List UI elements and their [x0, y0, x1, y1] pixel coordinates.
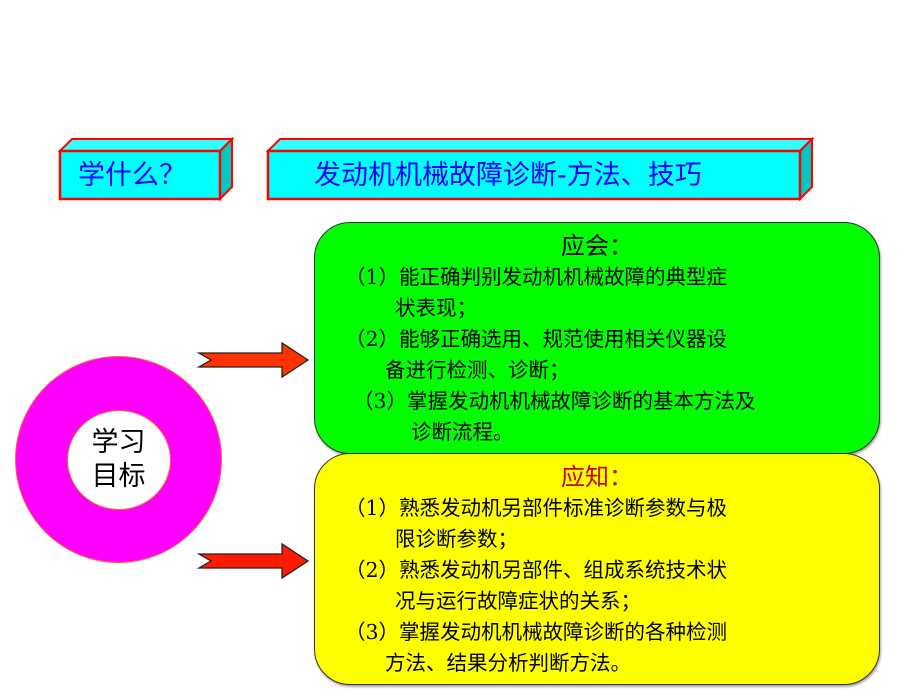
should-know-line: 况与运行故障症状的关系； — [395, 589, 641, 613]
question-box: 学什么？ — [58, 137, 235, 202]
learning-goal-ring: 学习 目标 — [15, 356, 222, 563]
should-know-panel: 应知： （1）熟悉发动机另部件标准诊断参数与极 限诊断参数； （2）熟悉发动机另… — [314, 453, 880, 685]
should-be-able-line: （2）能够正确选用、规范使用相关仪器设 — [345, 327, 728, 351]
should-be-able-panel: 应会： （1）能正确判别发动机机械故障的典型症 状表现； （2）能够正确选用、规… — [314, 222, 880, 454]
should-know-line: （1）熟悉发动机另部件标准诊断参数与极 — [345, 496, 728, 520]
should-know-line: 方法、结果分析判断方法。 — [385, 651, 631, 675]
should-be-able-line: 诊断流程。 — [411, 420, 514, 444]
should-know-line: （3）掌握发动机机械故障诊断的各种检测 — [345, 620, 728, 644]
should-be-able-line: 状表现； — [395, 296, 477, 320]
should-be-able-line: （3）掌握发动机机械故障诊断的基本方法及 — [353, 389, 756, 413]
arrow-right-icon — [196, 542, 310, 580]
should-be-able-line: 备进行检测、诊断； — [385, 358, 570, 382]
should-know-heading: 应知： — [561, 463, 633, 491]
topic-title: 发动机机械故障诊断-方法、技巧 — [314, 160, 702, 191]
should-be-able-heading: 应会： — [561, 232, 633, 260]
should-know-line: （2）熟悉发动机另部件、组成系统技术状 — [345, 558, 728, 582]
question-label: 学什么？ — [78, 160, 186, 191]
arrow-right-icon — [196, 341, 310, 379]
should-know-line: 限诊断参数； — [395, 527, 518, 551]
should-be-able-line: （1）能正确判别发动机机械故障的典型症 — [345, 265, 728, 289]
learning-goal-center: 学习 目标 — [66, 409, 171, 510]
goal-label-line1: 学习 — [91, 426, 146, 458]
topic-title-box: 发动机机械故障诊断-方法、技巧 — [266, 137, 815, 202]
goal-label-line2: 目标 — [91, 460, 146, 492]
